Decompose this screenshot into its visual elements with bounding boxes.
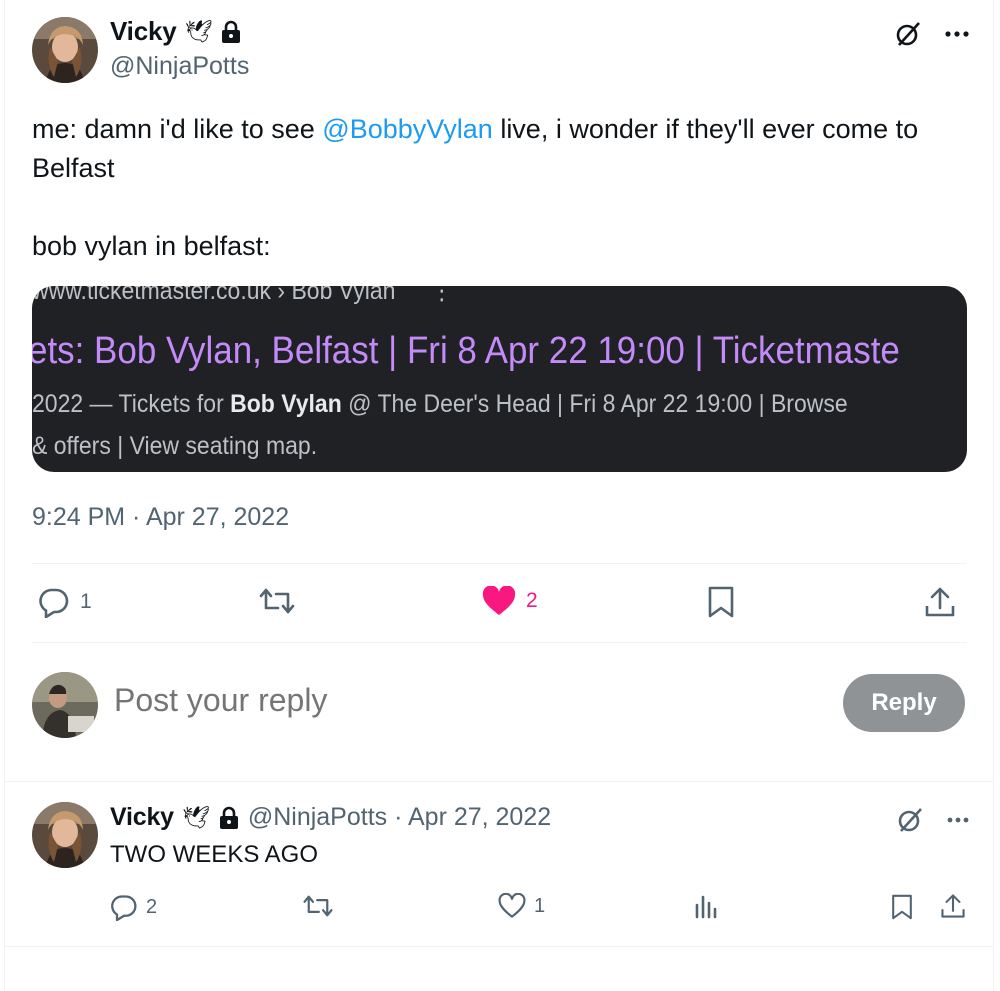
reply-handle-date[interactable]: @NinjaPotts · Apr 27, 2022 (248, 803, 551, 832)
media-snippet-bold: Bob Vylan (230, 390, 342, 418)
reply-action[interactable]: 1 (38, 586, 92, 618)
media-menu-dots-icon: ⋮ (430, 286, 454, 305)
reply-input[interactable] (114, 682, 754, 719)
tweet-top-icons (894, 20, 970, 48)
lock-icon (220, 20, 242, 44)
reply-views-action[interactable] (694, 893, 720, 919)
lock-icon (218, 806, 240, 830)
media-snippet-line2: & offers | View seating map. (32, 432, 318, 460)
like-count: 2 (526, 589, 538, 612)
grok-icon[interactable] (894, 20, 922, 48)
bookmark-icon (892, 894, 912, 920)
divider-bottom (32, 642, 967, 643)
like-action[interactable]: 2 (482, 586, 538, 616)
views-chart-icon (695, 895, 717, 919)
reply-author-avatar[interactable] (32, 802, 98, 868)
current-user-avatar[interactable] (32, 672, 98, 738)
tweet-action-bar: 1 2 (32, 566, 967, 642)
reply-share-action[interactable] (940, 893, 966, 919)
media-snippet-prefix: 2022 — Tickets for (32, 390, 231, 418)
bookmark-action[interactable] (706, 586, 736, 618)
reply-icon (39, 588, 69, 618)
retweet-icon (303, 895, 333, 917)
reply-like-count: 1 (534, 894, 546, 917)
more-options-icon[interactable] (946, 816, 970, 824)
reply-retweet-action[interactable] (302, 893, 342, 919)
tweet-timestamp[interactable]: 9:24 PM · Apr 27, 2022 (32, 503, 289, 532)
divider-end (5, 946, 993, 947)
author-avatar[interactable] (32, 17, 98, 83)
author-handle[interactable]: @NinjaPotts (110, 52, 249, 81)
reply-icon (111, 895, 137, 921)
dove-emoji-icon: 🕊 (184, 18, 213, 44)
reply-author-name[interactable]: Vicky (110, 803, 174, 832)
tweet-text-line2: bob vylan in belfast: (32, 231, 271, 261)
tweet-media-image[interactable]: www.ticketmaster.co.uk › Bob Vylan ⋮ ets:… (32, 286, 967, 472)
reply-like-action[interactable]: 1 (498, 893, 545, 919)
heart-filled-icon (482, 586, 516, 615)
dove-emoji-icon: 🕊 (181, 804, 210, 830)
bookmark-icon (708, 586, 734, 618)
reply-action-bar: 2 1 (110, 893, 970, 927)
tweet-text-part1: me: damn i'd like to see (32, 114, 323, 144)
heart-outline-icon (498, 893, 526, 918)
author-display-name[interactable]: Vicky (110, 16, 177, 47)
reply-header: Vicky 🕊 @NinjaPotts · Apr 27, 2022 (110, 803, 551, 832)
reply-bookmark-action[interactable] (890, 893, 914, 921)
author-name-row: Vicky 🕊 (110, 16, 242, 47)
share-icon (925, 587, 955, 617)
media-snippet-line1: 2022 — Tickets for Bob Vylan @ The Deer'… (32, 390, 848, 419)
share-action[interactable] (924, 586, 956, 618)
reply-reply-count: 2 (146, 895, 158, 918)
reply-composer: Reply (32, 672, 967, 740)
reply-text: TWO WEEKS AGO (110, 841, 319, 868)
divider-section (5, 781, 993, 782)
share-icon (941, 894, 965, 918)
retweet-action[interactable] (258, 586, 306, 616)
reply-top-icons (896, 806, 970, 834)
retweet-icon (259, 588, 295, 614)
tweet-text: me: damn i'd like to see @BobbyVylan liv… (32, 110, 972, 266)
reply-button[interactable]: Reply (843, 674, 965, 732)
mention-link[interactable]: @BobbyVylan (322, 114, 493, 144)
media-url-line: www.ticketmaster.co.uk › Bob Vylan ⋮ (32, 286, 453, 306)
reply-count: 1 (80, 590, 92, 613)
grok-icon[interactable] (896, 806, 924, 834)
media-snippet-suffix: @ The Deer's Head | Fri 8 Apr 22 19:00 |… (341, 390, 848, 418)
more-options-icon[interactable] (944, 30, 970, 38)
media-result-title: ets: Bob Vylan, Belfast | Fri 8 Apr 22 1… (32, 330, 900, 372)
media-url-text: www.ticketmaster.co.uk › Bob Vylan (32, 286, 396, 305)
divider-top (32, 563, 967, 564)
reply-reply-action[interactable]: 2 (110, 893, 157, 921)
